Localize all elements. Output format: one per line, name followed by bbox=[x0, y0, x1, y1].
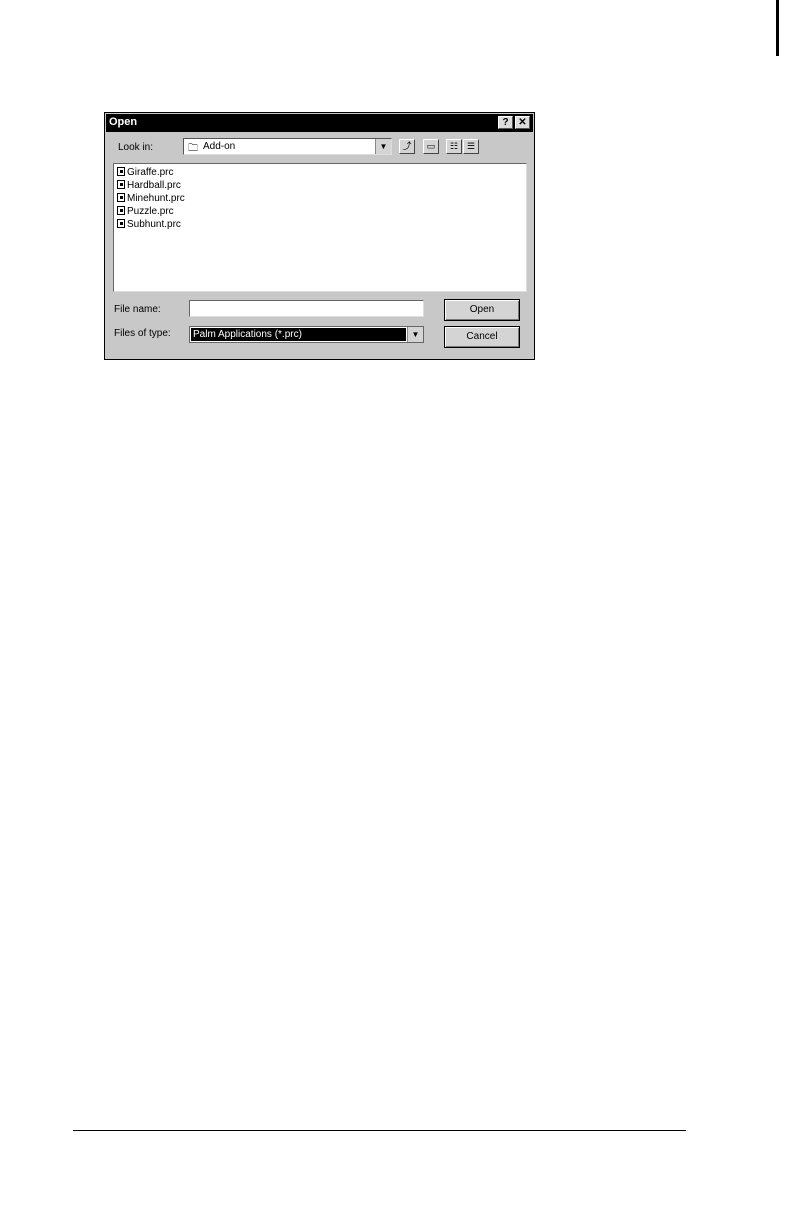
open-button[interactable]: Open bbox=[444, 299, 520, 321]
chevron-down-icon[interactable]: ▼ bbox=[375, 139, 391, 154]
file-name-label: File name: bbox=[114, 304, 161, 315]
file-icon bbox=[117, 206, 125, 215]
up-folder-icon: ⤴ bbox=[402, 141, 412, 151]
look-in-label: Look in: bbox=[118, 142, 154, 153]
page-edge-mark bbox=[776, 0, 779, 56]
file-icon bbox=[117, 167, 125, 176]
help-button[interactable]: ? bbox=[498, 116, 513, 129]
list-item[interactable]: Puzzle.prc bbox=[117, 205, 174, 218]
up-folder-button[interactable]: ⤴ bbox=[399, 139, 415, 154]
file-name-field[interactable] bbox=[189, 300, 424, 317]
list-item[interactable]: Giraffe.prc bbox=[117, 166, 174, 179]
new-folder-button[interactable]: ▭ bbox=[423, 139, 439, 154]
files-of-type-label: Files of type: bbox=[114, 328, 171, 339]
file-icon bbox=[117, 180, 125, 189]
folder-icon: 🗀 bbox=[188, 143, 198, 154]
details-view-icon: ☰ bbox=[466, 141, 476, 151]
file-list[interactable]: Giraffe.prc Hardball.prc Minehunt.prc Pu… bbox=[113, 163, 527, 292]
chevron-down-icon[interactable]: ▼ bbox=[407, 327, 423, 342]
file-icon bbox=[117, 219, 125, 228]
list-item[interactable]: Subhunt.prc bbox=[117, 218, 181, 231]
files-of-type-select[interactable]: Palm Applications (*.prc) ▼ bbox=[189, 326, 424, 343]
title-bar: Open ? ✕ bbox=[106, 114, 533, 132]
close-button[interactable]: ✕ bbox=[515, 116, 530, 129]
look-in-combo[interactable]: 🗀 Add-on ▼ bbox=[183, 138, 392, 155]
cancel-button[interactable]: Cancel bbox=[444, 326, 520, 348]
details-view-button[interactable]: ☰ bbox=[463, 139, 479, 154]
dialog-title: Open bbox=[109, 116, 138, 128]
list-item[interactable]: Minehunt.prc bbox=[117, 192, 185, 205]
list-view-icon: ☷ bbox=[449, 141, 459, 151]
new-folder-icon: ▭ bbox=[426, 141, 436, 151]
file-icon bbox=[117, 193, 125, 202]
look-in-value: Add-on bbox=[203, 141, 236, 152]
open-dialog: Open ? ✕ Look in: 🗀 Add-on ▼ ⤴ ▭ ☷ ☰ Gir… bbox=[104, 112, 535, 360]
bottom-rule bbox=[73, 1130, 686, 1131]
list-view-button[interactable]: ☷ bbox=[446, 139, 462, 154]
list-item[interactable]: Hardball.prc bbox=[117, 179, 181, 192]
files-of-type-value: Palm Applications (*.prc) bbox=[191, 328, 406, 341]
